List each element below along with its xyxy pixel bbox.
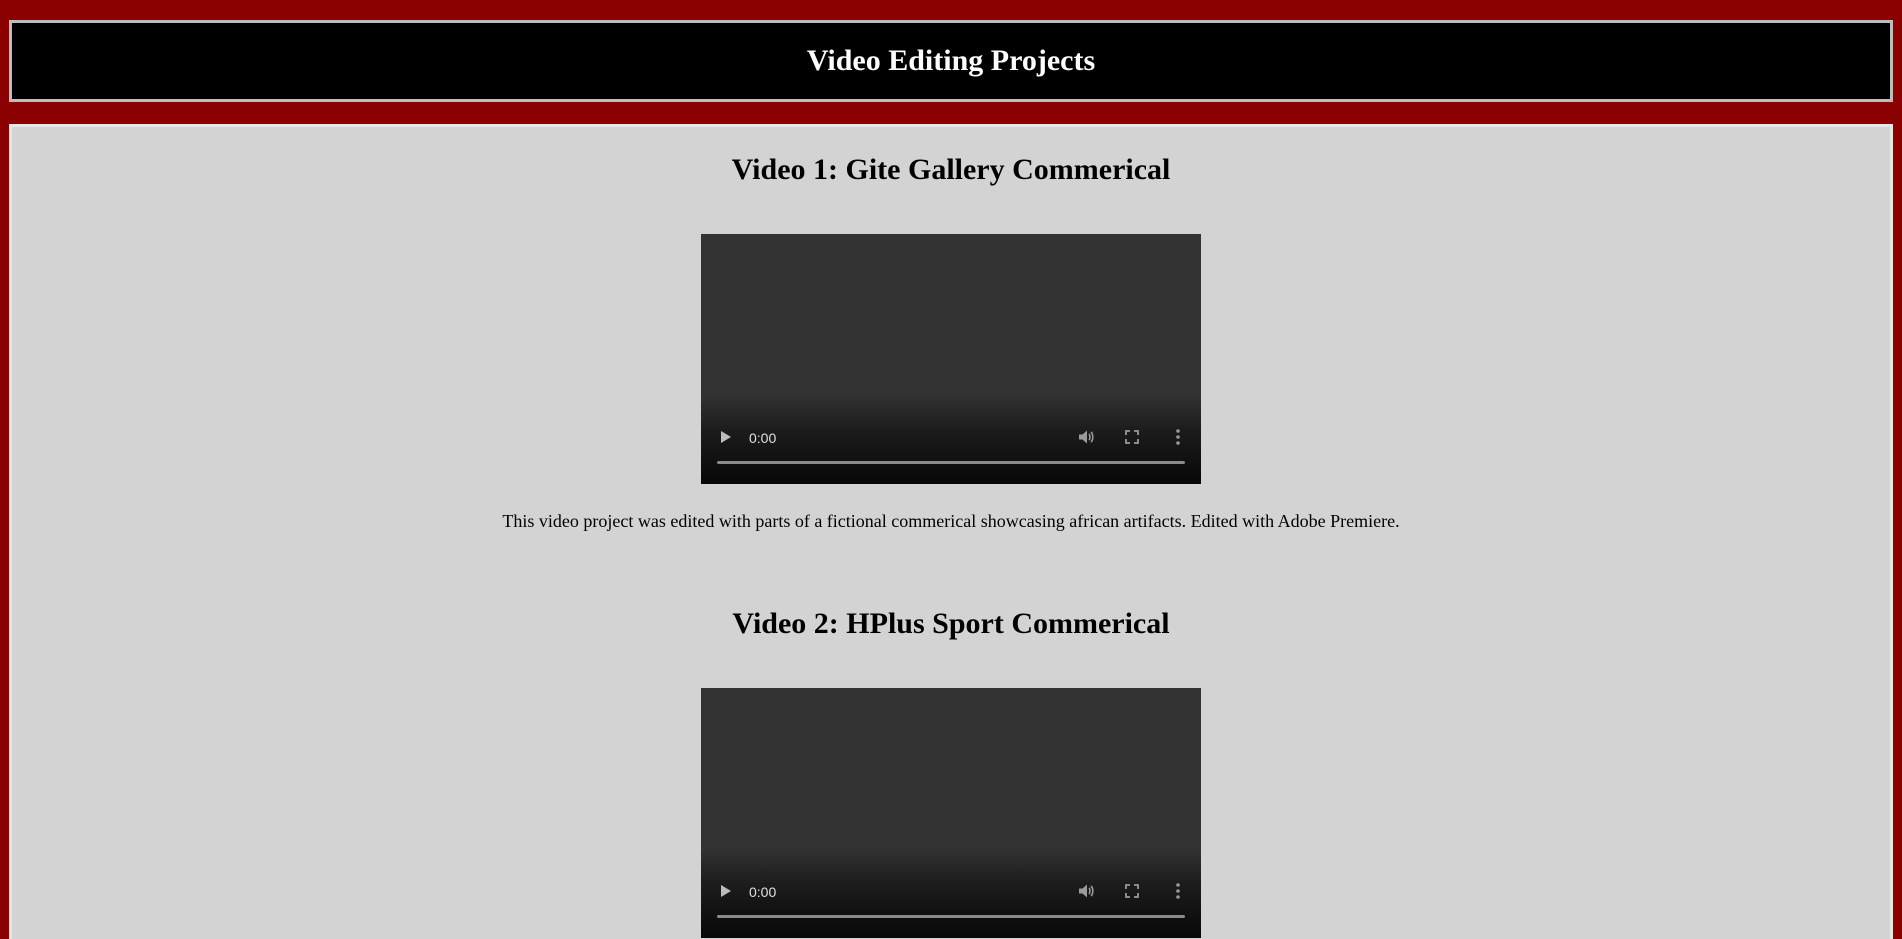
- video-time: 0:00: [749, 884, 777, 900]
- video-time: 0:00: [749, 430, 777, 446]
- video-player-1[interactable]: 0:00: [701, 234, 1201, 484]
- play-icon[interactable]: [721, 431, 731, 443]
- video-controls: 0:00: [701, 414, 1201, 484]
- page-title: Video Editing Projects: [806, 44, 1096, 77]
- fullscreen-icon[interactable]: [1123, 428, 1141, 446]
- more-vertical-icon[interactable]: [1175, 428, 1181, 446]
- project-description: This video project was edited with parts…: [502, 511, 1400, 531]
- play-icon[interactable]: [721, 885, 731, 897]
- projects-panel: Video 1: Gite Gallery Commerical 0:00 Th…: [9, 124, 1893, 939]
- project-heading: Video 1: Gite Gallery Commerical: [731, 153, 1171, 186]
- volume-icon[interactable]: [1077, 428, 1095, 446]
- video-controls: 0:00: [701, 868, 1201, 938]
- volume-icon[interactable]: [1077, 882, 1095, 900]
- project-2: Video 2: HPlus Sport Commerical 0:00: [12, 606, 1890, 938]
- project-heading: Video 2: HPlus Sport Commerical: [732, 607, 1170, 640]
- video-progress-bar[interactable]: [717, 915, 1185, 918]
- video-player-2[interactable]: 0:00: [701, 688, 1201, 938]
- fullscreen-icon[interactable]: [1123, 882, 1141, 900]
- more-vertical-icon[interactable]: [1175, 882, 1181, 900]
- page-header: Video Editing Projects: [9, 20, 1893, 102]
- video-progress-bar[interactable]: [717, 461, 1185, 464]
- page: Video Editing Projects Video 1: Gite Gal…: [0, 0, 1902, 939]
- project-1: Video 1: Gite Gallery Commerical 0:00 Th…: [12, 152, 1890, 532]
